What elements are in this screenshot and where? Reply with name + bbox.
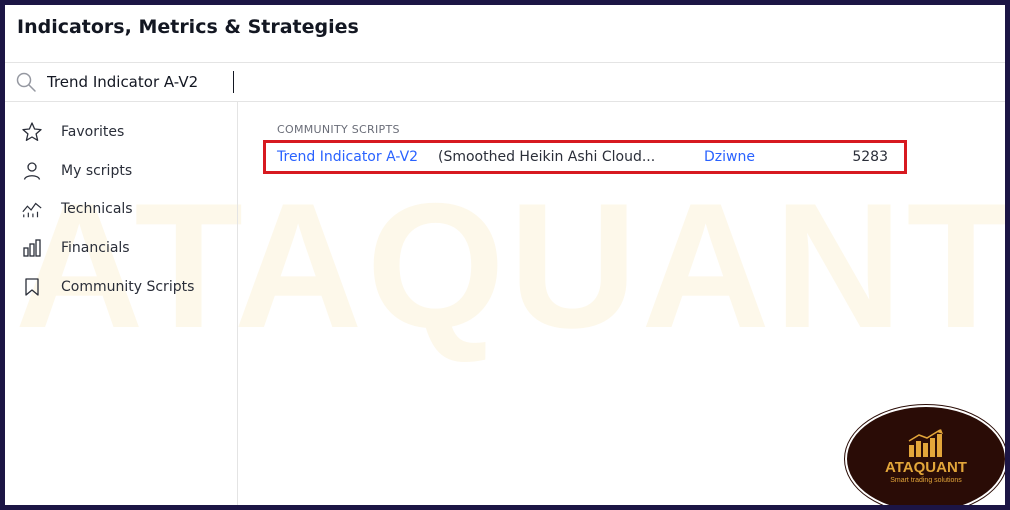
sidebar-item-label: Technicals — [61, 201, 133, 217]
sidebar-item-my-scripts[interactable]: My scripts — [5, 153, 237, 189]
bookmark-icon — [21, 276, 43, 298]
dialog-title: Indicators, Metrics & Strategies — [17, 16, 359, 38]
bar-chart-icon — [21, 237, 43, 259]
star-icon — [21, 121, 43, 143]
bar-chart-logo-icon — [907, 429, 945, 461]
dialog-header: Indicators, Metrics & Strategies — [5, 5, 1005, 63]
badge-brand: ATAQUANT — [885, 459, 967, 476]
sidebar-item-label: Financials — [61, 240, 130, 256]
script-name-link[interactable]: Trend Indicator A-V2 — [277, 149, 418, 165]
sidebar-item-label: Community Scripts — [61, 279, 195, 295]
indicators-dialog: ATAQUANT Indicators, Metrics & Strategie… — [5, 5, 1005, 505]
script-description: (Smoothed Heikin Ashi Cloud... — [438, 149, 656, 165]
search-icon — [15, 71, 37, 97]
likes-count: 5283 — [852, 149, 888, 165]
chart-line-icon — [21, 198, 43, 220]
section-heading: COMMUNITY SCRIPTS — [277, 123, 400, 136]
text-cursor — [233, 71, 234, 93]
sidebar-item-technicals[interactable]: Technicals — [5, 191, 237, 227]
sidebar: Favorites My scripts Technicals Financia… — [5, 102, 238, 505]
author-link[interactable]: Dziwne — [704, 149, 755, 165]
search-bar — [5, 63, 1005, 102]
search-input[interactable] — [47, 68, 647, 96]
sidebar-item-financials[interactable]: Financials — [5, 230, 237, 266]
sidebar-item-label: Favorites — [61, 124, 125, 140]
result-row[interactable]: Trend Indicator A-V2 (Smoothed Heikin As… — [263, 140, 907, 174]
ataquant-badge: ATAQUANT Smart trading solutions — [845, 405, 1005, 505]
sidebar-item-community-scripts[interactable]: Community Scripts — [5, 269, 237, 305]
badge-tagline: Smart trading solutions — [890, 477, 962, 484]
user-icon — [21, 160, 43, 182]
sidebar-item-favorites[interactable]: Favorites — [5, 114, 237, 150]
sidebar-item-label: My scripts — [61, 163, 133, 179]
